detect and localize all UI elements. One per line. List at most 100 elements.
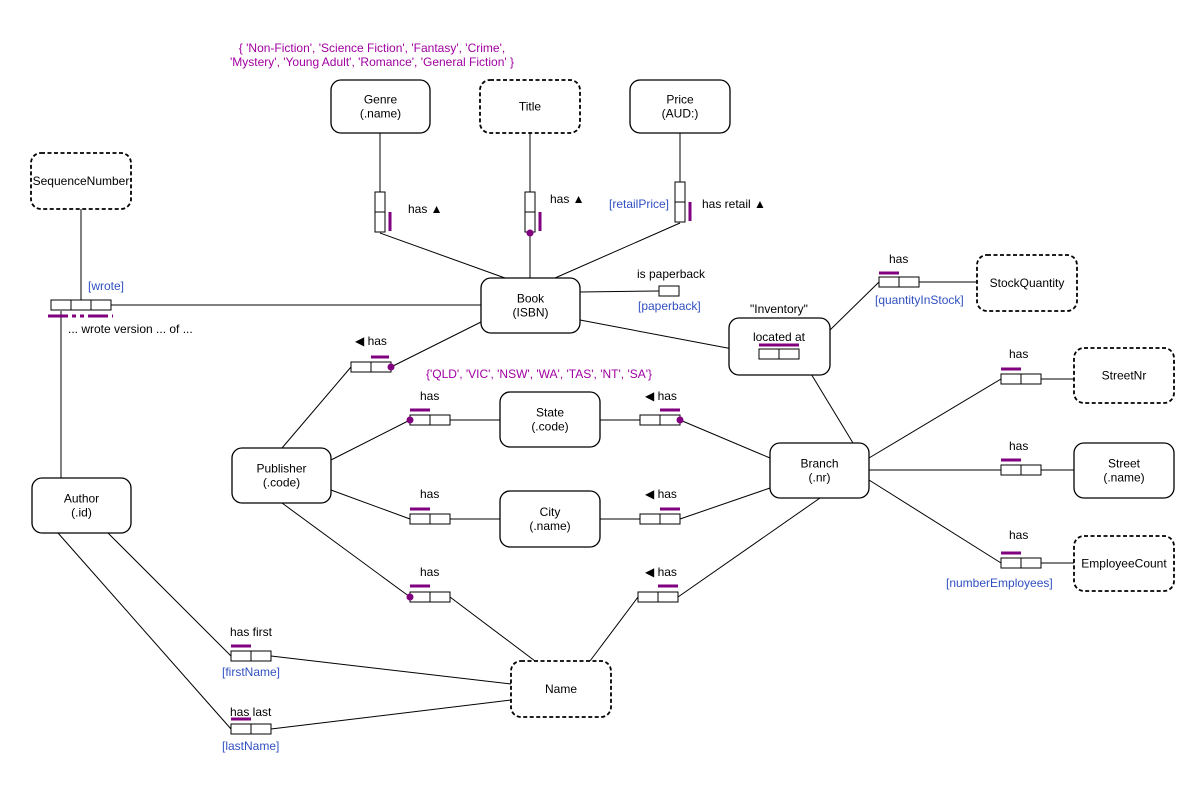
fact-state-publisher[interactable] bbox=[409, 414, 451, 426]
fact-located-at[interactable] bbox=[758, 348, 800, 360]
connector-line bbox=[330, 489, 411, 520]
entity-stockq[interactable]: StockQuantity bbox=[976, 254, 1078, 312]
role-name-employee: [numberEmployees] bbox=[946, 576, 1053, 590]
role-box[interactable] bbox=[778, 348, 800, 360]
entity-title[interactable]: Title bbox=[479, 79, 581, 134]
role-box[interactable] bbox=[429, 414, 451, 426]
reading-stock: has bbox=[889, 252, 908, 266]
fact-city-publisher[interactable] bbox=[409, 513, 451, 525]
role-box[interactable] bbox=[1000, 373, 1022, 385]
fact-stock[interactable] bbox=[878, 276, 920, 288]
entity-state[interactable]: State(.code) bbox=[499, 391, 601, 448]
entity-name: (.name) bbox=[529, 519, 570, 533]
role-box[interactable] bbox=[374, 211, 386, 233]
role-box[interactable] bbox=[674, 181, 686, 203]
entity-genre[interactable]: Genre(.name) bbox=[330, 79, 431, 134]
fact-name-publisher[interactable] bbox=[409, 591, 451, 603]
entity-city[interactable]: City(.name) bbox=[499, 490, 601, 548]
reading-pub_book: ◀ has bbox=[355, 334, 387, 348]
role-box[interactable] bbox=[250, 650, 272, 662]
role-box[interactable] bbox=[230, 650, 252, 662]
entity-name: State bbox=[536, 406, 564, 420]
mandatory-dot bbox=[406, 416, 414, 424]
entity-author[interactable]: Author(.id) bbox=[31, 477, 132, 534]
role-box[interactable] bbox=[758, 348, 780, 360]
connector-line bbox=[270, 655, 512, 685]
fact-name-branch[interactable] bbox=[637, 591, 679, 603]
role-box[interactable] bbox=[674, 201, 686, 223]
entity-book[interactable]: Book(ISBN) bbox=[480, 277, 581, 334]
role-box[interactable] bbox=[230, 723, 252, 735]
entity-name[interactable]: Name bbox=[510, 660, 612, 718]
role-box[interactable] bbox=[1020, 464, 1042, 476]
reading-state_pub: has bbox=[420, 389, 439, 403]
reading-name_pub: has bbox=[420, 565, 439, 579]
role-box[interactable] bbox=[250, 723, 272, 735]
entity-name: (.id) bbox=[71, 506, 92, 520]
fact-price[interactable] bbox=[674, 181, 686, 223]
entity-name: Name bbox=[545, 682, 577, 696]
role-box[interactable] bbox=[50, 299, 72, 311]
entity-name: Price bbox=[666, 93, 694, 107]
connector-line bbox=[390, 321, 482, 368]
role-box[interactable] bbox=[659, 513, 681, 525]
entity-name: StockQuantity bbox=[990, 276, 1065, 290]
role-box[interactable] bbox=[524, 191, 536, 213]
connector-line bbox=[107, 532, 232, 657]
role-box[interactable] bbox=[70, 299, 92, 311]
reading-wrote: ... wrote version ... of ... bbox=[68, 322, 193, 336]
fact-publisher-book[interactable] bbox=[350, 361, 392, 373]
fact-street[interactable] bbox=[1000, 464, 1042, 476]
fact-wrote[interactable] bbox=[50, 299, 112, 311]
entity-streetnr[interactable]: StreetNr bbox=[1073, 347, 1175, 404]
role-box[interactable] bbox=[1020, 373, 1042, 385]
entity-employee[interactable]: EmployeeCount bbox=[1073, 535, 1175, 592]
entity-name: Title bbox=[519, 100, 542, 114]
entity-seq[interactable]: SequenceNumber bbox=[30, 152, 132, 210]
connector-line bbox=[579, 290, 660, 293]
fact-paperback[interactable] bbox=[658, 285, 680, 297]
entity-branch[interactable]: Branch(.nr) bbox=[769, 442, 870, 499]
entity-name: Street bbox=[1108, 457, 1141, 471]
role-box[interactable] bbox=[639, 414, 661, 426]
role-box[interactable] bbox=[657, 591, 679, 603]
state-value-constraint: {'QLD', 'VIC', 'NSW', 'WA', 'TAS', 'NT',… bbox=[426, 367, 652, 381]
fact-state-branch[interactable] bbox=[639, 414, 681, 426]
role-box[interactable] bbox=[637, 591, 659, 603]
fact-genre[interactable] bbox=[374, 191, 386, 233]
connector-line bbox=[679, 487, 771, 520]
role-box[interactable] bbox=[1020, 557, 1042, 569]
reading-price: has retail ▲ bbox=[702, 197, 766, 211]
reading-street: has bbox=[1009, 439, 1028, 453]
fact-first-name[interactable] bbox=[230, 650, 272, 662]
orm-diagram: "Inventory"located atGenre(.name) Title Pr… bbox=[30, 41, 1175, 753]
role-box[interactable] bbox=[429, 513, 451, 525]
role-box[interactable] bbox=[898, 276, 920, 288]
role-box[interactable] bbox=[374, 191, 386, 213]
connector-line bbox=[868, 378, 1002, 459]
role-box[interactable] bbox=[409, 513, 431, 525]
role-box[interactable] bbox=[350, 361, 372, 373]
mandatory-dot bbox=[387, 363, 395, 371]
role-box[interactable] bbox=[429, 591, 451, 603]
genre-value-constraint: 'Mystery', 'Young Adult', 'Romance', 'Ge… bbox=[230, 55, 514, 69]
mandatory-dot bbox=[406, 593, 414, 601]
entity-price[interactable]: Price(AUD:) bbox=[629, 79, 731, 134]
entity-name: Branch bbox=[800, 457, 838, 471]
role-box[interactable] bbox=[639, 513, 661, 525]
entity-name: (AUD:) bbox=[662, 107, 699, 121]
fact-city-branch[interactable] bbox=[639, 513, 681, 525]
role-box[interactable] bbox=[878, 276, 900, 288]
role-box[interactable] bbox=[524, 211, 536, 233]
entity-street[interactable]: Street(.name) bbox=[1073, 442, 1175, 499]
connector-line bbox=[57, 532, 232, 730]
role-box[interactable] bbox=[1000, 557, 1022, 569]
role-box[interactable] bbox=[1000, 464, 1022, 476]
role-box[interactable] bbox=[90, 299, 112, 311]
fact-streetnr[interactable] bbox=[1000, 373, 1042, 385]
fact-employee[interactable] bbox=[1000, 557, 1042, 569]
entity-publisher[interactable]: Publisher(.code) bbox=[231, 447, 332, 504]
role-name-first: [firstName] bbox=[222, 665, 280, 679]
fact-title[interactable] bbox=[524, 191, 536, 233]
fact-last-name[interactable] bbox=[230, 723, 272, 735]
